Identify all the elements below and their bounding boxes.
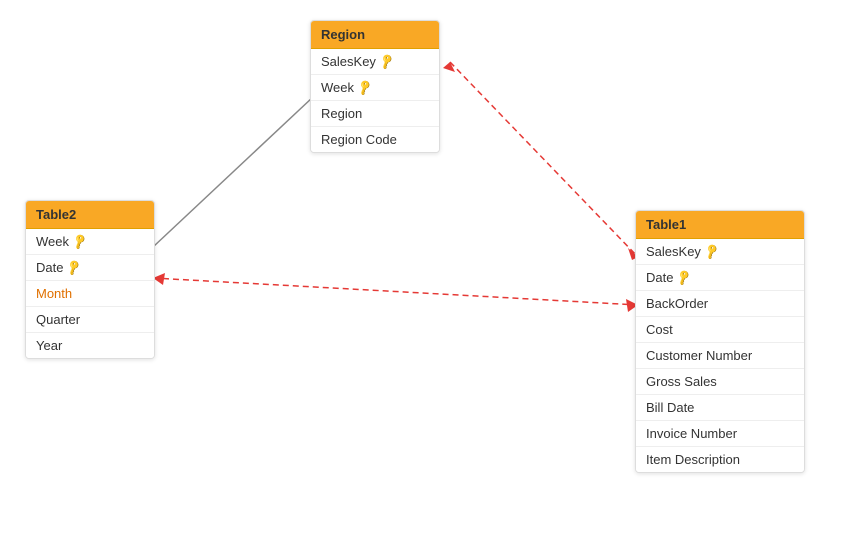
- table2-header: Table2: [26, 201, 154, 229]
- region-field-week: Week 🔑: [311, 75, 439, 101]
- region-field-regioncode: Region Code: [311, 127, 439, 152]
- table1-field-date: Date 🔑: [636, 265, 804, 291]
- t1-invoicenumber-label: Invoice Number: [646, 426, 737, 441]
- key-icon-t1-date: 🔑: [675, 268, 693, 286]
- table1-field-customernumber: Customer Number: [636, 343, 804, 369]
- table2-field-quarter: Quarter: [26, 307, 154, 333]
- key-icon-t1-saleskey: 🔑: [703, 242, 721, 260]
- t1-grosssales-label: Gross Sales: [646, 374, 717, 389]
- t1-itemdescription-label: Item Description: [646, 452, 740, 467]
- diagram-canvas: Region SalesKey 🔑 Week 🔑 Region Region C…: [0, 0, 858, 535]
- region-label: Region: [321, 106, 362, 121]
- t1-cost-label: Cost: [646, 322, 673, 337]
- t2-week-label: Week: [36, 234, 69, 249]
- table1-field-cost: Cost: [636, 317, 804, 343]
- table2-field-week: Week 🔑: [26, 229, 154, 255]
- table1-field-itemdescription: Item Description: [636, 447, 804, 472]
- table-table2[interactable]: Table2 Week 🔑 Date 🔑 Month Quarter Year: [25, 200, 155, 359]
- t1-backorder-label: BackOrder: [646, 296, 708, 311]
- table-region-header: Region: [311, 21, 439, 49]
- t2-year-label: Year: [36, 338, 62, 353]
- t1-date-label: Date: [646, 270, 673, 285]
- key-icon-week: 🔑: [356, 78, 374, 96]
- table2-field-month: Month: [26, 281, 154, 307]
- t1-billdate-label: Bill Date: [646, 400, 694, 415]
- key-icon-t2-week: 🔑: [71, 232, 89, 250]
- t2-date-label: Date: [36, 260, 63, 275]
- table2-field-year: Year: [26, 333, 154, 358]
- table1-field-grosssales: Gross Sales: [636, 369, 804, 395]
- t2-month-label: Month: [36, 286, 72, 301]
- table2-field-date: Date 🔑: [26, 255, 154, 281]
- key-icon-t2-date: 🔑: [65, 258, 83, 276]
- table-region[interactable]: Region SalesKey 🔑 Week 🔑 Region Region C…: [310, 20, 440, 153]
- t2-quarter-label: Quarter: [36, 312, 80, 327]
- t1-customernumber-label: Customer Number: [646, 348, 752, 363]
- region-field-saleskey: SalesKey 🔑: [311, 49, 439, 75]
- saleskey-label: SalesKey: [321, 54, 376, 69]
- table1-field-saleskey: SalesKey 🔑: [636, 239, 804, 265]
- week-label: Week: [321, 80, 354, 95]
- regioncode-label: Region Code: [321, 132, 397, 147]
- table1-header: Table1: [636, 211, 804, 239]
- table-table1[interactable]: Table1 SalesKey 🔑 Date 🔑 BackOrder Cost …: [635, 210, 805, 473]
- table1-field-billdate: Bill Date: [636, 395, 804, 421]
- region-field-region: Region: [311, 101, 439, 127]
- key-icon-saleskey: 🔑: [378, 52, 396, 70]
- table1-field-backorder: BackOrder: [636, 291, 804, 317]
- table1-field-invoicenumber: Invoice Number: [636, 421, 804, 447]
- t1-saleskey-label: SalesKey: [646, 244, 701, 259]
